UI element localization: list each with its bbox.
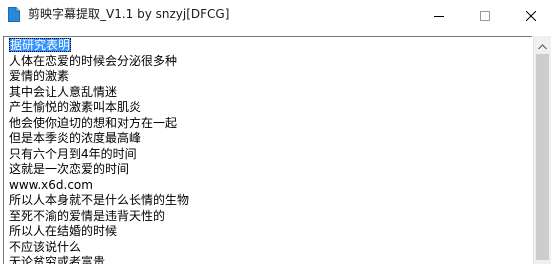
subtitle-line[interactable]: 所以人本身就不是什么长情的生物 (9, 193, 189, 209)
close-icon (525, 6, 537, 25)
close-button[interactable] (508, 0, 554, 30)
window-title: 剪映字幕提取_V1.1 by snzyj[DFCG] (28, 7, 230, 21)
subtitle-line[interactable]: 他会使你迫切的想和对方在一起 (9, 116, 189, 132)
subtitle-line[interactable]: 所以人在结婚的时候 (9, 224, 189, 240)
minimize-button[interactable] (416, 0, 462, 30)
selected-text[interactable]: 据研究表明 (9, 38, 72, 52)
subtitle-line[interactable]: 这就是一次恋爱的时间 (9, 162, 189, 178)
subtitle-line[interactable]: 产生愉悦的激素叫本肌炎 (9, 100, 189, 116)
maximize-icon (480, 6, 490, 25)
subtitle-line[interactable]: 不应该说什么 (9, 240, 189, 256)
subtitle-line[interactable]: 无论贫穷或者富贵 (9, 255, 189, 264)
subtitle-line[interactable]: 据研究表明 (9, 38, 189, 54)
subtitle-text-area[interactable]: 据研究表明 人体在恋爱的时候会分泌很多种 爱情的激素 其中会让人意乱情迷 产生愉… (3, 36, 532, 264)
subtitle-line[interactable]: 但是本季炎的浓度最高峰 (9, 131, 189, 147)
chevron-up-icon (538, 35, 547, 54)
app-icon (8, 7, 20, 22)
scrollbar-thumb[interactable] (536, 54, 549, 260)
vertical-scrollbar[interactable] (533, 36, 551, 264)
subtitle-line[interactable]: 人体在恋爱的时候会分泌很多种 (9, 54, 189, 70)
app-window: 剪映字幕提取_V1.1 by snzyj[DFCG] 据研究表明 人体在恋爱的时… (0, 0, 554, 264)
subtitle-line[interactable]: 爱情的激素 (9, 69, 189, 85)
subtitle-line[interactable]: 至死不渝的爱情是违背天性的 (9, 209, 189, 225)
subtitle-line[interactable]: 只有六个月到4年的时间 (9, 147, 189, 163)
subtitle-lines: 据研究表明 人体在恋爱的时候会分泌很多种 爱情的激素 其中会让人意乱情迷 产生愉… (9, 38, 189, 264)
subtitle-line[interactable]: www.x6d.com (9, 178, 189, 194)
scroll-up-button[interactable] (534, 36, 551, 53)
title-bar[interactable]: 剪映字幕提取_V1.1 by snzyj[DFCG] (0, 0, 554, 30)
subtitle-line[interactable]: 其中会让人意乱情迷 (9, 85, 189, 101)
minimize-icon (434, 6, 444, 25)
maximize-button[interactable] (462, 0, 508, 30)
